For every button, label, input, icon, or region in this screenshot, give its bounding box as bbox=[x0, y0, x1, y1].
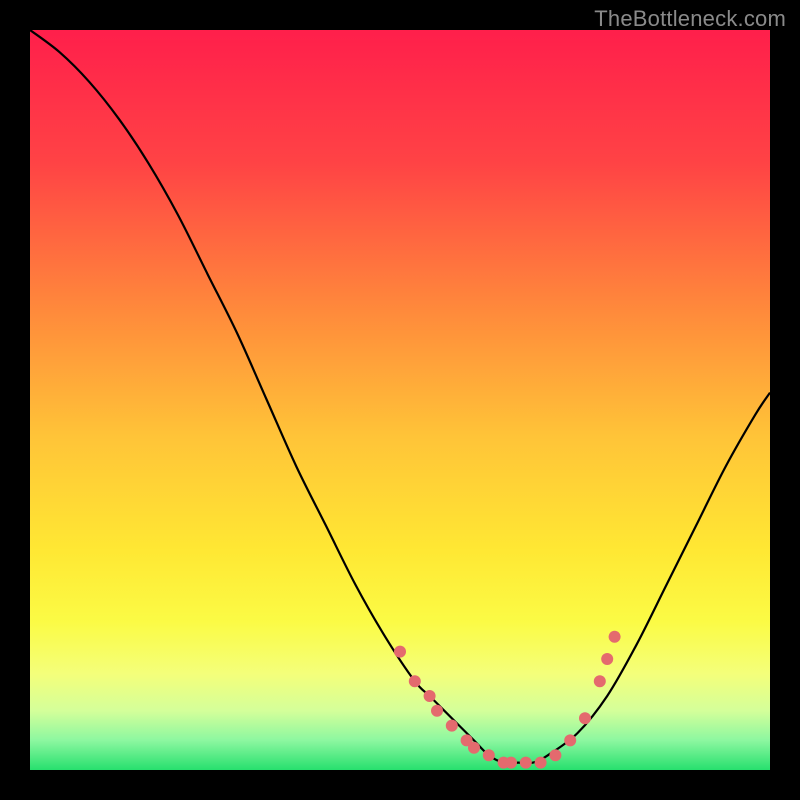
highlight-dot bbox=[446, 720, 458, 732]
chart-svg bbox=[30, 30, 770, 770]
highlight-dot bbox=[424, 690, 436, 702]
highlight-dot bbox=[535, 757, 547, 769]
highlight-dot bbox=[579, 712, 591, 724]
highlight-dot bbox=[601, 653, 613, 665]
chart-frame: TheBottleneck.com bbox=[0, 0, 800, 800]
highlight-dot bbox=[468, 742, 480, 754]
highlight-dot bbox=[609, 631, 621, 643]
highlight-dot bbox=[431, 705, 443, 717]
highlight-dot bbox=[594, 675, 606, 687]
highlight-dot bbox=[409, 675, 421, 687]
highlight-dot bbox=[520, 757, 532, 769]
watermark-text: TheBottleneck.com bbox=[594, 6, 786, 32]
highlight-dot bbox=[564, 734, 576, 746]
highlight-dot bbox=[505, 757, 517, 769]
highlight-dot bbox=[483, 749, 495, 761]
highlight-dot bbox=[394, 646, 406, 658]
highlight-dot bbox=[549, 749, 561, 761]
plot-area bbox=[30, 30, 770, 770]
